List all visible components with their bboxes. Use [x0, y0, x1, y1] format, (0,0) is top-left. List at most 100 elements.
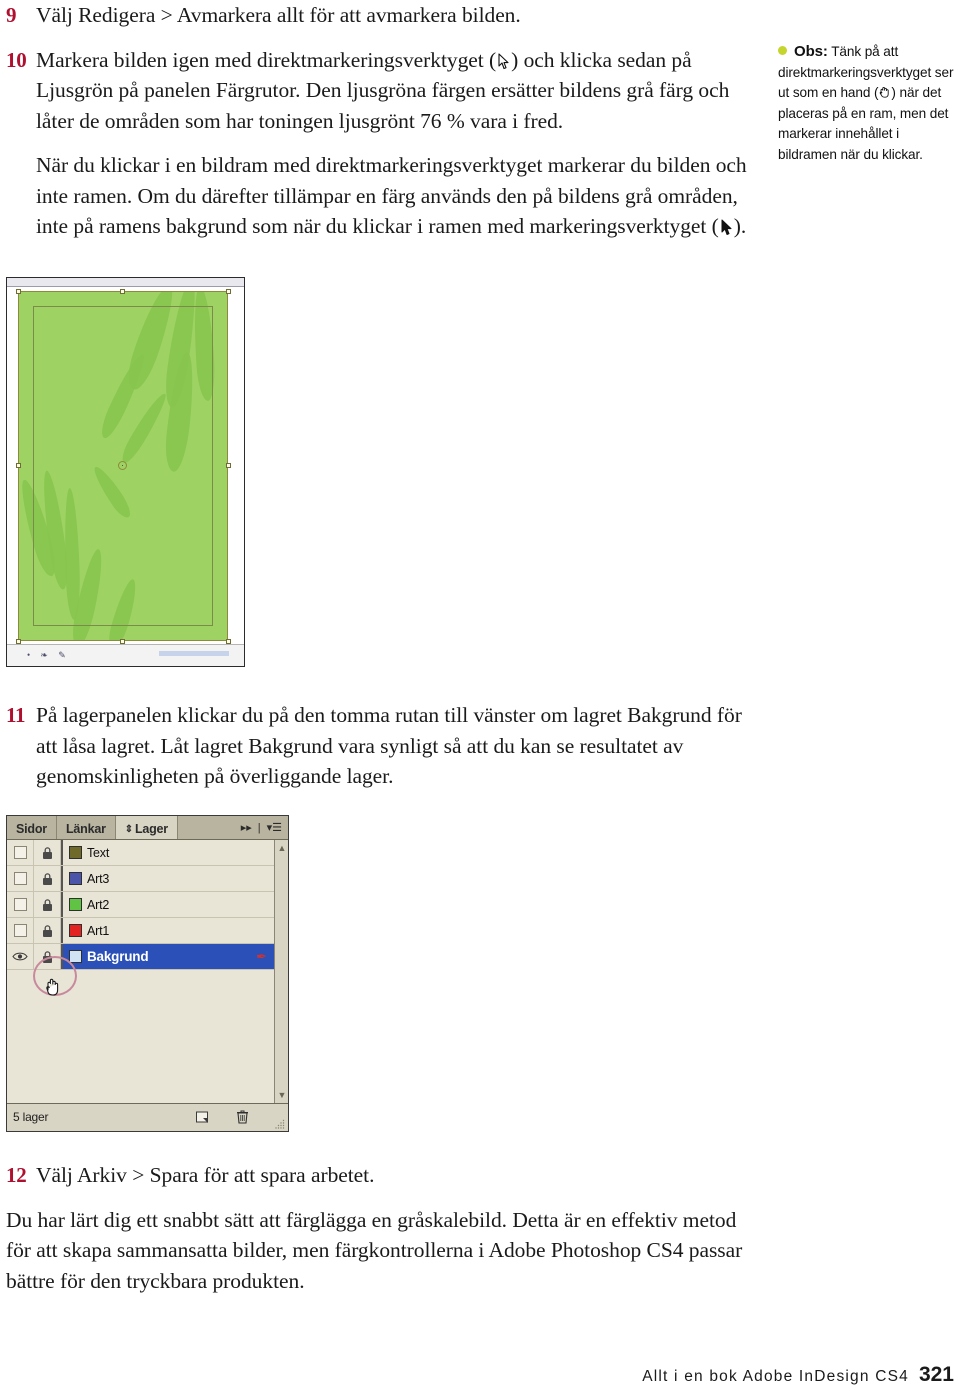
eye-checkbox-empty-icon[interactable] — [13, 846, 27, 859]
layer-visibility-cell[interactable] — [7, 840, 34, 865]
lock-icon — [42, 846, 52, 859]
layer-name: Bakgrund — [87, 949, 149, 964]
step-11: 11 På lagerpanelen klickar du på den tom… — [6, 700, 758, 792]
layer-visibility-cell[interactable] — [7, 918, 34, 943]
table-row[interactable]: Text — [7, 840, 274, 866]
paragraph-text-before: När du klickar i en bildram med direktma… — [36, 153, 747, 238]
step-11-text: På lagerpanelen klickar du på den tomma … — [36, 703, 742, 788]
step-10-number: 10 — [6, 47, 27, 72]
selection-tool-icon — [720, 219, 733, 236]
closing-paragraph: Du har lärt dig ett snabbt sätt att färg… — [6, 1207, 743, 1293]
step-9-text: Välj Redigera > Avmarkera allt för att a… — [36, 3, 521, 27]
status-bar-progress — [159, 651, 229, 656]
note-label: Obs: — [794, 43, 828, 60]
document-toolbar — [7, 278, 244, 287]
page-footer: Allt i en bok Adobe InDesign CS4 321 — [642, 1363, 954, 1387]
eye-icon — [12, 952, 28, 961]
selection-handle — [120, 289, 125, 294]
step-9: 9 Välj Redigera > Avmarkera allt för att… — [6, 0, 758, 31]
layer-lock-cell[interactable] — [34, 944, 61, 969]
step-10: 10 Markera bilden igen med direktmarkeri… — [6, 45, 758, 137]
layer-color-swatch — [69, 950, 82, 963]
eye-checkbox-empty-icon[interactable] — [13, 872, 27, 885]
lock-icon — [42, 872, 52, 885]
layer-lock-cell[interactable] — [34, 892, 61, 917]
double-arrow-right-icon[interactable]: ▸▸ — [241, 821, 252, 834]
layer-name-cell[interactable]: Art3 — [61, 866, 274, 891]
scroll-up-icon[interactable]: ▲ — [276, 842, 288, 854]
step-9-number: 9 — [6, 3, 17, 27]
selection-handle — [16, 463, 21, 468]
page-number: 321 — [918, 1363, 954, 1386]
tab-lankar-label: Länkar — [65, 822, 106, 836]
step-12-text: Välj Arkiv > Spara för att spara arbetet… — [36, 1163, 375, 1187]
note-bullet-icon — [778, 46, 787, 55]
lock-icon — [42, 950, 52, 963]
document-status-bar: • ❧ ✎ — [7, 644, 244, 666]
indesign-document-screenshot: • ❧ ✎ — [6, 277, 245, 667]
layers-scrollbar[interactable]: ▲ ▼ — [274, 840, 288, 1103]
layer-name-cell[interactable]: Text — [61, 840, 274, 865]
layer-color-swatch — [69, 924, 82, 937]
tabs-divider: | — [257, 821, 261, 834]
layers-panel-footer: 5 lager — [7, 1104, 288, 1130]
step-10-text-before: Markera bilden igen med direktmarkerings… — [36, 47, 497, 72]
scroll-down-icon[interactable]: ▼ — [276, 1089, 288, 1101]
layer-color-swatch — [69, 898, 82, 911]
layer-visibility-cell[interactable] — [7, 944, 34, 969]
step-12-block: 12 Välj Arkiv > Spara för att spara arbe… — [6, 1160, 758, 1302]
layer-lock-cell[interactable] — [34, 840, 61, 865]
pen-target-icon: ✒ — [256, 948, 267, 964]
tab-grip-icon: ⇕ — [124, 823, 133, 835]
book-title: Allt i en bok Adobe InDesign CS4 — [642, 1368, 909, 1385]
layer-lock-cell[interactable] — [34, 866, 61, 891]
table-row[interactable]: Art3 — [7, 866, 274, 892]
layer-color-swatch — [69, 846, 82, 859]
layers-list: Text Art3 Art2 Art1 Bakgrund ✒ ▲ ▼ — [7, 840, 288, 1104]
hand-cursor-pointer-icon — [44, 976, 64, 1000]
layer-name: Text — [87, 845, 110, 860]
table-row[interactable]: Bakgrund ✒ — [7, 944, 274, 970]
eye-checkbox-empty-icon[interactable] — [13, 924, 27, 937]
eye-checkbox-empty-icon[interactable] — [13, 898, 27, 911]
document-pasteboard — [7, 288, 244, 644]
panel-menu-icon[interactable]: ▾☰ — [267, 821, 282, 834]
resize-grip-icon[interactable] — [275, 1118, 285, 1129]
layer-count-label: 5 lager — [13, 1110, 49, 1124]
selection-handle — [226, 289, 231, 294]
table-row[interactable]: Art2 — [7, 892, 274, 918]
tab-lager[interactable]: ⇕ Lager — [115, 816, 178, 839]
selection-handle — [226, 463, 231, 468]
layer-name-cell[interactable]: Art1 — [61, 918, 274, 943]
tab-sidor[interactable]: Sidor — [7, 816, 57, 839]
layer-name-cell[interactable]: Art2 — [61, 892, 274, 917]
layers-panel-screenshot: Sidor Länkar ⇕ Lager ▸▸ | ▾☰ Text Art3 A… — [6, 815, 289, 1132]
document-page: 9 Välj Redigera > Avmarkera allt för att… — [0, 0, 960, 1399]
main-text-column: 9 Välj Redigera > Avmarkera allt för att… — [6, 0, 758, 248]
trash-icon[interactable] — [235, 1109, 250, 1125]
layer-name-cell[interactable]: Bakgrund ✒ — [61, 944, 274, 969]
layer-color-swatch — [69, 872, 82, 885]
layer-visibility-cell[interactable] — [7, 892, 34, 917]
step-12-number: 12 — [6, 1163, 27, 1187]
layer-name: Art2 — [87, 897, 110, 912]
layer-visibility-cell[interactable] — [7, 866, 34, 891]
layer-name: Art1 — [87, 923, 110, 938]
selection-handle — [16, 289, 21, 294]
lock-icon — [42, 898, 52, 911]
table-row[interactable]: Art1 — [7, 918, 274, 944]
layer-lock-cell[interactable] — [34, 918, 61, 943]
side-note: Obs: Tänk på att direktmarkeringsverktyg… — [778, 42, 956, 166]
step-11-block: 11 På lagerpanelen klickar du på den tom… — [6, 700, 758, 806]
step-11-number: 11 — [6, 703, 26, 727]
status-bar-icons: • ❧ ✎ — [27, 650, 70, 660]
step-10-text: Markera bilden igen med direktmarkerings… — [36, 45, 758, 137]
new-layer-icon[interactable] — [195, 1110, 210, 1125]
content-center-point — [118, 461, 127, 470]
lock-icon — [42, 924, 52, 937]
layers-panel-tabs: Sidor Länkar ⇕ Lager ▸▸ | ▾☰ — [7, 816, 288, 840]
tab-lankar[interactable]: Länkar — [56, 816, 116, 839]
hand-cursor-icon — [878, 85, 891, 99]
tab-lager-label: Lager — [134, 822, 168, 836]
tabs-spacer — [177, 816, 235, 839]
